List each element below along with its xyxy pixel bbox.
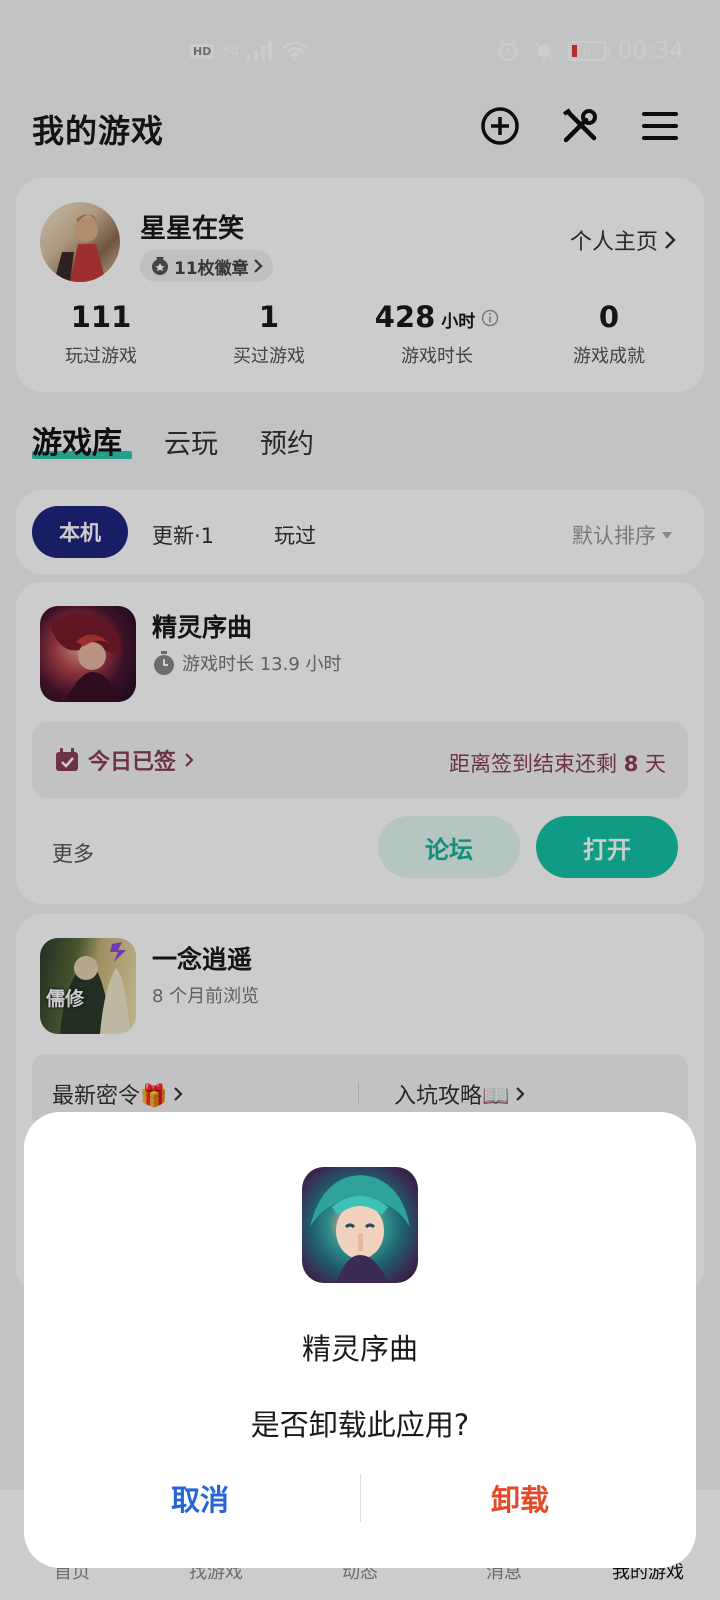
uninstall-button[interactable]: 卸载 <box>380 1468 660 1528</box>
uninstall-dialog: 精灵序曲 是否卸载此应用? 取消 卸载 <box>24 1112 696 1568</box>
app-icon <box>302 1167 418 1283</box>
cancel-button[interactable]: 取消 <box>60 1468 340 1528</box>
app-icon-art <box>310 1175 410 1283</box>
dialog-app-name: 精灵序曲 <box>301 1332 418 1366</box>
dialog-button-divider <box>360 1474 361 1522</box>
dialog-message: 是否卸载此应用? <box>250 1408 470 1442</box>
